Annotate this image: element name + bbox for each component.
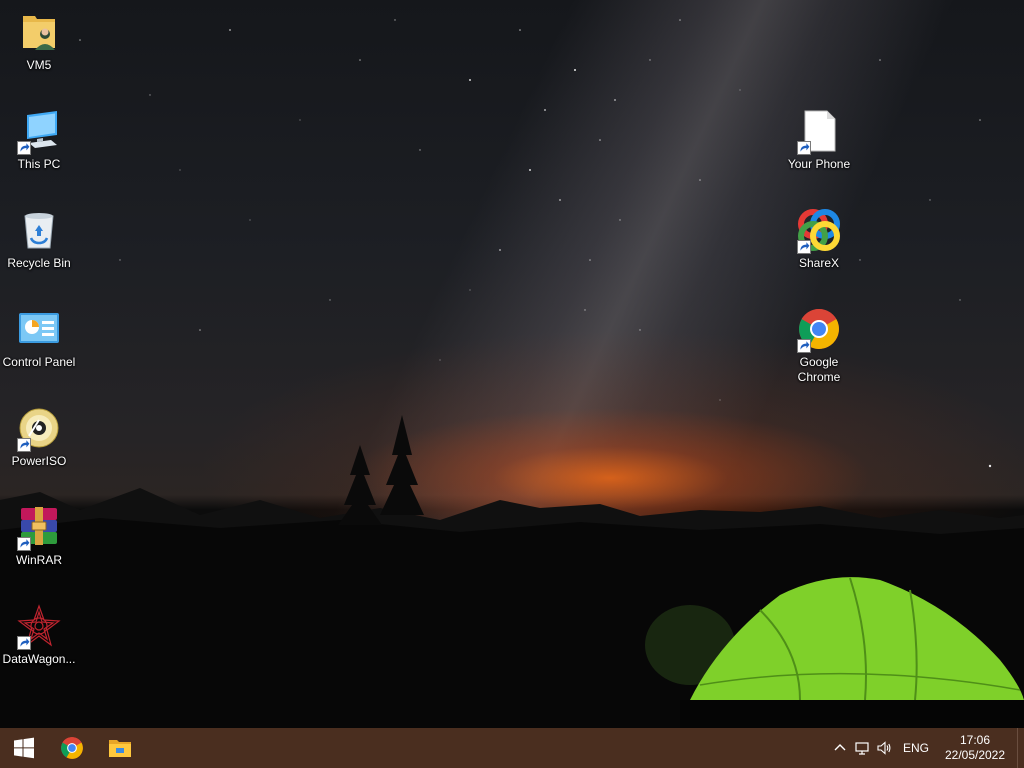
start-button[interactable]	[0, 728, 48, 768]
system-tray: ENG 17:06 22/05/2022	[829, 728, 1024, 768]
shortcut-arrow-icon	[17, 438, 31, 452]
taskbar: ENG 17:06 22/05/2022	[0, 728, 1024, 768]
blank-file-icon	[795, 107, 843, 155]
file-explorer-icon	[109, 740, 131, 757]
chevron-up-icon	[834, 744, 846, 751]
shortcut-arrow-icon	[797, 141, 811, 155]
disc-icon	[15, 404, 63, 452]
shortcut-arrow-icon	[17, 537, 31, 551]
chrome-icon	[61, 737, 83, 759]
clock-time: 17:06	[959, 733, 991, 747]
desktop-icon-sharex[interactable]: ShareX	[779, 206, 859, 271]
taskbar-file-explorer-button[interactable]	[96, 728, 144, 768]
network-icon	[855, 742, 869, 755]
shortcut-arrow-icon	[17, 636, 31, 650]
shortcut-arrow-icon	[797, 240, 811, 254]
desktop-icon-winrar[interactable]: WinRAR	[0, 503, 79, 568]
desktop-icon-google-chrome[interactable]: Google Chrome	[779, 305, 859, 385]
clock[interactable]: 17:06 22/05/2022	[937, 733, 1013, 763]
recycle-bin-icon	[15, 206, 63, 254]
computer-icon	[15, 107, 63, 155]
shortcut-arrow-icon	[17, 141, 31, 155]
start-icon	[14, 737, 34, 759]
desktop-icon-label: Recycle Bin	[7, 256, 71, 270]
datawagon-icon	[15, 602, 63, 650]
desktop-icon-label: Control Panel	[2, 355, 76, 369]
desktop-icon-datawagon[interactable]: DataWagon...	[0, 602, 79, 667]
desktop-icon-label: Google Chrome	[797, 355, 841, 384]
clock-date: 22/05/2022	[944, 748, 1006, 762]
desktop-icon-control-panel[interactable]: Control Panel	[0, 305, 79, 370]
desktop-icon-recycle-bin[interactable]: Recycle Bin	[0, 206, 79, 271]
desktop-icon-label: VM5	[26, 58, 52, 72]
archive-icon	[15, 503, 63, 551]
network-button[interactable]	[851, 728, 873, 768]
show-desktop-button[interactable]	[1017, 728, 1024, 768]
chrome-icon	[795, 305, 843, 353]
sharex-icon	[795, 206, 843, 254]
desktop-icon-this-pc[interactable]: This PC	[0, 107, 79, 172]
control-panel-icon	[15, 305, 63, 353]
shortcut-arrow-icon	[797, 339, 811, 353]
speaker-icon	[877, 741, 891, 755]
user-folder-icon	[15, 8, 63, 56]
desktop[interactable]: VM5 This PC Recycle Bin Control Panel Po…	[0, 0, 1024, 728]
desktop-icon-your-phone[interactable]: Your Phone	[779, 107, 859, 172]
show-hidden-icons-button[interactable]	[829, 728, 851, 768]
desktop-icon-vm5[interactable]: VM5	[0, 8, 79, 73]
volume-button[interactable]	[873, 728, 895, 768]
taskbar-chrome-button[interactable]	[48, 728, 96, 768]
input-language-indicator[interactable]: ENG	[895, 741, 937, 755]
desktop-icon-label: DataWagon...	[2, 652, 76, 666]
desktop-icon-poweriso[interactable]: PowerISO	[0, 404, 79, 469]
wallpaper-landscape	[0, 415, 1024, 728]
